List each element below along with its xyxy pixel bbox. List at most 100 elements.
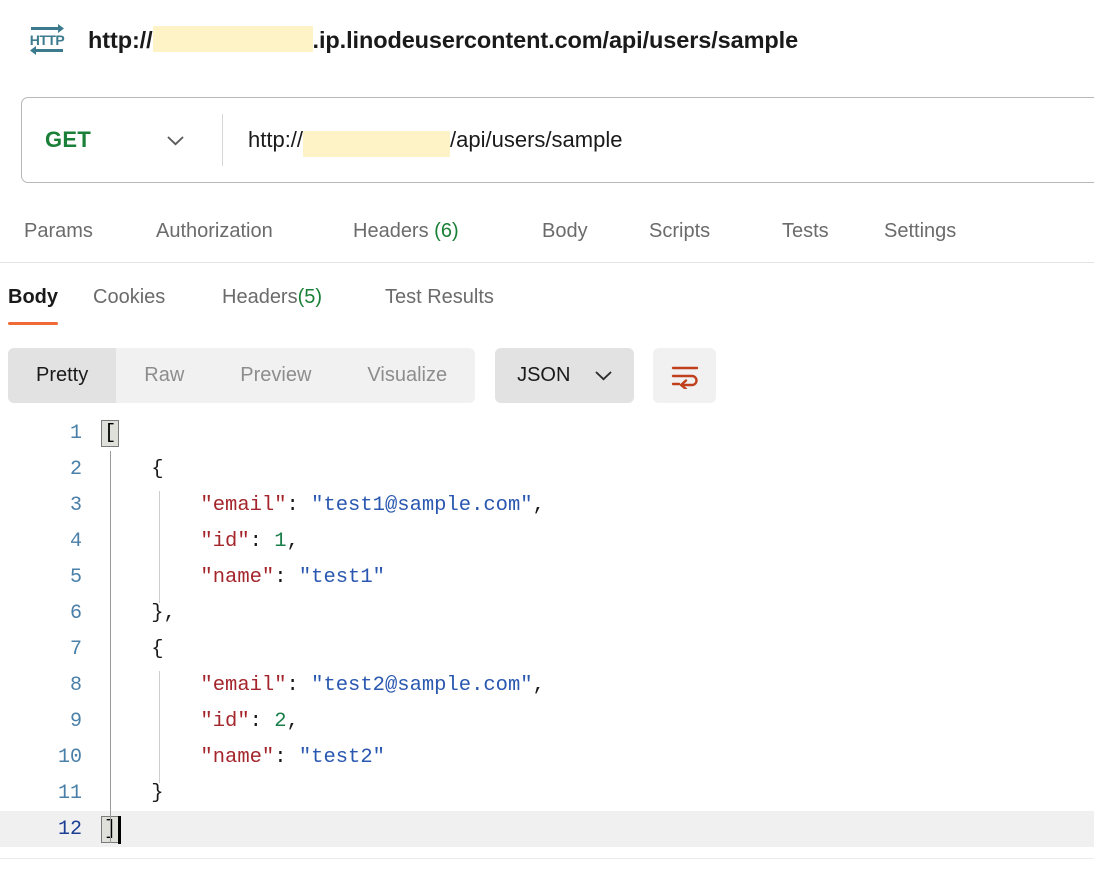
request-tabs: Params Authorization Headers (6) Body Script… — [0, 205, 1094, 257]
http-protocol-icon: HTTP — [30, 24, 65, 55]
code-line[interactable]: 2 { — [0, 451, 1094, 487]
json-punctuation: : — [249, 709, 275, 733]
json-number: 2 — [274, 709, 287, 733]
request-tab-label: Tests — [782, 219, 829, 242]
request-tab-body[interactable]: Body — [542, 220, 588, 243]
json-key: "email" — [200, 673, 287, 697]
code-line[interactable]: 10 "name": "test2" — [0, 739, 1094, 775]
json-key: "id" — [200, 709, 250, 733]
line-number: 12 — [57, 817, 82, 841]
response-language-label: JSON — [517, 364, 571, 386]
json-punctuation: , — [286, 709, 299, 733]
json-punctuation: : — [274, 565, 299, 589]
title-url-redacted — [152, 26, 313, 52]
svg-text:HTTP: HTTP — [30, 32, 65, 48]
format-button-label: Visualize — [367, 364, 448, 386]
json-string: "test1@sample.com" — [311, 493, 533, 517]
json-key: "name" — [200, 745, 275, 769]
code-line-content: "name": "test2" — [92, 739, 1094, 775]
request-url-redacted — [303, 131, 451, 157]
request-tab-label: Authorization — [156, 219, 273, 242]
line-number: 4 — [69, 529, 82, 553]
request-url-input[interactable]: http:// /api/users/sample — [223, 98, 1094, 182]
request-tab-params[interactable]: Params — [24, 220, 93, 243]
request-url-bar: GET http:// /api/users/sample — [21, 97, 1094, 183]
response-body-code-editor[interactable]: 1[2 {3 "email": "test1@sample.com", 4 "id… — [0, 415, 1094, 876]
line-number: 3 — [69, 493, 82, 517]
response-tab-label: Body — [8, 285, 58, 308]
editor-bottom-edge — [0, 858, 1094, 859]
code-line[interactable]: 4 "id": 1, — [0, 523, 1094, 559]
code-line-content: "id": 1, — [92, 523, 1094, 559]
request-tab-scripts[interactable]: Scripts — [649, 220, 710, 243]
json-punctuation: }, — [151, 601, 176, 625]
code-line-content: "name": "test1" — [92, 559, 1094, 595]
word-wrap-button[interactable] — [653, 348, 717, 403]
code-line-content: [ — [92, 415, 1094, 451]
format-button-group: Pretty Raw Preview Visualize — [8, 348, 476, 403]
response-tab-body[interactable]: Body — [8, 272, 58, 325]
response-tab-label: Headers — [222, 285, 298, 308]
code-line[interactable]: 9 "id": 2, — [0, 703, 1094, 739]
request-tab-settings[interactable]: Settings — [884, 220, 956, 243]
json-number: 1 — [274, 529, 287, 553]
format-button-pretty[interactable]: Pretty — [8, 348, 117, 403]
request-tab-label: Settings — [884, 219, 957, 242]
json-punctuation: : — [274, 745, 299, 769]
response-tab-cookies[interactable]: Cookies — [93, 272, 165, 322]
line-number: 7 — [69, 637, 82, 661]
response-tab-test-results[interactable]: Test Results — [385, 272, 494, 322]
request-tab-label: Scripts — [649, 219, 711, 242]
line-number: 1 — [69, 421, 82, 445]
request-tab-count: (6) — [428, 219, 459, 242]
format-button-raw[interactable]: Raw — [116, 348, 212, 403]
word-wrap-icon — [671, 366, 699, 389]
code-line[interactable]: 5 "name": "test1" — [0, 559, 1094, 595]
json-punctuation: , — [532, 493, 545, 517]
code-line[interactable]: 12] — [0, 811, 1094, 847]
line-number: 9 — [69, 709, 82, 733]
request-tab-tests[interactable]: Tests — [782, 220, 829, 243]
json-punctuation: { — [151, 637, 164, 661]
request-url-suffix: /api/users/sample — [450, 127, 623, 152]
json-punctuation: } — [151, 781, 164, 805]
line-number: 5 — [69, 565, 82, 589]
format-button-label: Raw — [144, 364, 185, 386]
format-button-preview[interactable]: Preview — [212, 348, 339, 403]
code-line-content: "email": "test1@sample.com", — [92, 487, 1094, 523]
json-bracket-highlight: [ — [101, 419, 120, 447]
line-number: 2 — [69, 457, 82, 481]
code-line[interactable]: 6 }, — [0, 595, 1094, 631]
json-punctuation: : — [249, 529, 275, 553]
format-button-label: Pretty — [36, 364, 89, 386]
http-method-label: GET — [45, 127, 92, 152]
code-line-content: { — [92, 451, 1094, 487]
chevron-down-icon — [167, 136, 184, 146]
response-language-dropdown[interactable]: JSON — [495, 348, 635, 403]
json-string: "test2" — [298, 745, 385, 769]
request-tab-label: Body — [542, 219, 588, 242]
code-line-content: }, — [92, 595, 1094, 631]
json-bracket-highlight: ] — [101, 815, 120, 843]
code-line[interactable]: 3 "email": "test1@sample.com", — [0, 487, 1094, 523]
code-line[interactable]: 1[ — [0, 415, 1094, 451]
request-tab-authorization[interactable]: Authorization — [156, 220, 273, 243]
line-number: 11 — [57, 781, 82, 805]
code-line[interactable]: 11 } — [0, 775, 1094, 811]
section-divider — [0, 262, 1094, 263]
code-line[interactable]: 7 { — [0, 631, 1094, 667]
json-punctuation: , — [532, 673, 545, 697]
response-tab-headers[interactable]: Headers (5) — [222, 272, 322, 322]
format-button-visualize[interactable]: Visualize — [339, 348, 475, 403]
code-line[interactable]: 8 "email": "test2@sample.com", — [0, 667, 1094, 703]
json-punctuation: , — [286, 529, 299, 553]
json-punctuation: : — [286, 673, 312, 697]
http-method-dropdown[interactable]: GET — [22, 98, 222, 182]
json-string: "test1" — [298, 565, 385, 589]
page-title-bar: HTTP http:// .ip.linodeusercontent.com/ap… — [0, 0, 1094, 76]
json-key: "name" — [200, 565, 275, 589]
code-line-content: "email": "test2@sample.com", — [92, 667, 1094, 703]
request-tab-headers[interactable]: Headers (6) — [353, 220, 459, 243]
